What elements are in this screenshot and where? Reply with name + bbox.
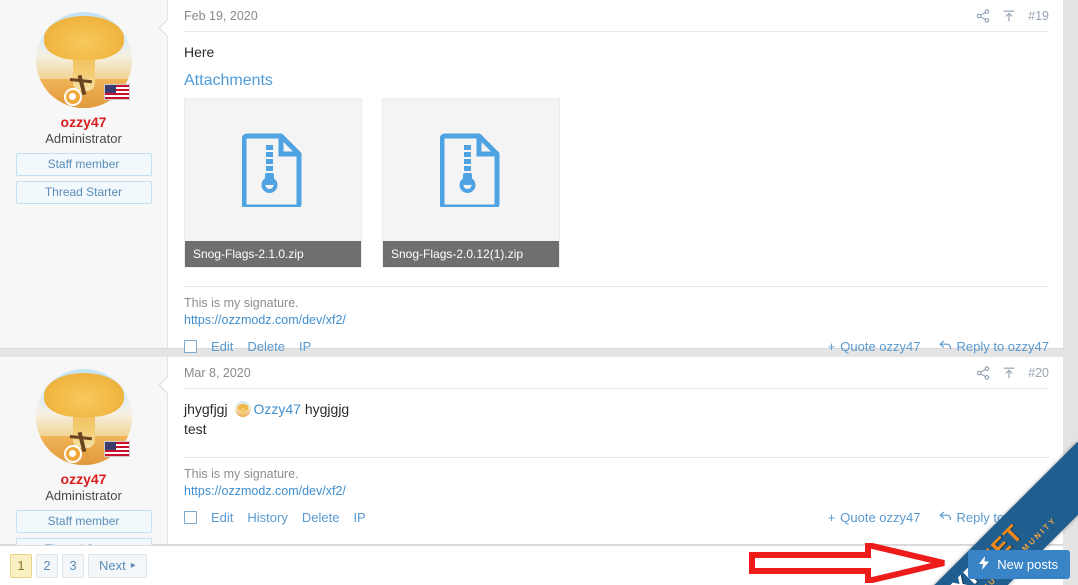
ip-link[interactable]: IP <box>299 339 311 354</box>
post-date[interactable]: Feb 19, 2020 <box>184 9 258 23</box>
post-text-line2: test <box>184 419 1049 439</box>
author-username[interactable]: ozzy47 <box>8 471 159 487</box>
post-body: Here Attachments <box>184 32 1049 272</box>
bookmark-icon[interactable] <box>1002 366 1016 380</box>
attachment-item[interactable]: Snog-Flags-2.1.0.zip <box>184 98 362 268</box>
post-footer: Edit History Delete IP + Quote ozzy47 <box>184 500 1049 537</box>
us-flag-icon <box>104 441 130 457</box>
chevron-right-icon: ▸ <box>131 560 136 571</box>
text-before-mention: jhygfjgj <box>184 401 228 417</box>
page-2-button[interactable]: 2 <box>36 554 58 578</box>
author-username[interactable]: ozzy47 <box>8 114 159 130</box>
mention-avatar-icon <box>235 401 251 417</box>
post-19: ozzy47 Administrator Staff member Thread… <box>0 0 1063 349</box>
attachment-item[interactable]: Snog-Flags-2.0.12(1).zip <box>382 98 560 268</box>
online-status-icon <box>64 88 82 106</box>
post-date[interactable]: Mar 8, 2020 <box>184 366 251 380</box>
plus-icon: + <box>828 339 836 354</box>
quote-button[interactable]: + Quote ozzy47 <box>828 510 921 525</box>
text-after-mention: hygjgjg <box>305 401 349 417</box>
history-link[interactable]: History <box>247 510 287 525</box>
delete-link[interactable]: Delete <box>247 339 285 354</box>
post-header: Mar 8, 2020 <box>184 357 1049 389</box>
signature-link[interactable]: https://ozzmodz.com/dev/xf2/ <box>184 313 346 327</box>
us-flag-icon <box>104 84 130 100</box>
attachment-filename: Snog-Flags-2.1.0.zip <box>185 241 361 267</box>
attachment-filename: Snog-Flags-2.0.12(1).zip <box>383 241 559 267</box>
zip-file-icon <box>185 99 361 241</box>
quote-label: Quote ozzy47 <box>840 510 920 525</box>
badge-staff-member: Staff member <box>16 153 152 176</box>
post-number[interactable]: #20 <box>1028 366 1049 380</box>
attachments-list: Snog-Flags-2.1.0.zip <box>184 98 1049 268</box>
new-posts-button[interactable]: New posts <box>968 550 1070 579</box>
author-title: Administrator <box>8 488 159 503</box>
share-icon[interactable] <box>976 9 990 23</box>
thread-footer: 1 2 3 Next ▸ <box>0 545 1063 585</box>
post-main-20: Mar 8, 2020 <box>168 357 1063 544</box>
reply-arrow-icon <box>939 510 952 525</box>
post-main-19: Feb 19, 2020 <box>168 0 1063 348</box>
edit-link[interactable]: Edit <box>211 339 233 354</box>
new-posts-label: New posts <box>997 557 1058 572</box>
bookmark-icon[interactable] <box>1002 9 1016 23</box>
user-mention-link[interactable]: Ozzy47 <box>253 401 300 417</box>
reply-button[interactable]: Reply to ozzy47 <box>939 339 1050 354</box>
share-icon[interactable] <box>976 366 990 380</box>
quote-label: Quote ozzy47 <box>840 339 920 354</box>
post-select-checkbox[interactable] <box>184 340 197 353</box>
ip-link[interactable]: IP <box>353 510 365 525</box>
post-number[interactable]: #19 <box>1028 9 1049 23</box>
badge-staff-member: Staff member <box>16 510 152 533</box>
next-label: Next <box>99 558 126 573</box>
post-author-sidebar: ozzy47 Administrator Staff member Thread… <box>0 357 168 544</box>
post-author-sidebar: ozzy47 Administrator Staff member Thread… <box>0 0 168 348</box>
signature: This is my signature. https://ozzmodz.co… <box>184 457 1049 500</box>
post-select-checkbox[interactable] <box>184 511 197 524</box>
post-header: Feb 19, 2020 <box>184 0 1049 32</box>
quote-button[interactable]: + Quote ozzy47 <box>828 339 921 354</box>
signature-text: This is my signature. <box>184 295 1049 312</box>
attachments-heading: Attachments <box>184 72 1049 90</box>
reply-label: Reply to ozzy47 <box>957 339 1050 354</box>
edit-link[interactable]: Edit <box>211 510 233 525</box>
signature: This is my signature. https://ozzmodz.co… <box>184 286 1049 329</box>
badge-thread-starter: Thread Starter <box>16 181 152 204</box>
avatar[interactable] <box>36 369 132 465</box>
plus-icon: + <box>828 510 836 525</box>
content-column: ozzy47 Administrator Staff member Thread… <box>0 0 1063 585</box>
author-title: Administrator <box>8 131 159 146</box>
next-page-button[interactable]: Next ▸ <box>88 554 147 578</box>
zip-file-icon <box>383 99 559 241</box>
page-3-button[interactable]: 3 <box>62 554 84 578</box>
avatar[interactable] <box>36 12 132 108</box>
post-text-line1: jhygfjgj Ozzy47 hygjgjg <box>184 399 1049 419</box>
page-1-button[interactable]: 1 <box>10 554 32 578</box>
signature-link[interactable]: https://ozzmodz.com/dev/xf2/ <box>184 484 346 498</box>
online-status-icon <box>64 445 82 463</box>
pagination: 1 2 3 Next ▸ <box>10 554 147 578</box>
lightning-bolt-icon <box>978 556 990 573</box>
post-text: Here <box>184 42 1049 62</box>
delete-link[interactable]: Delete <box>302 510 340 525</box>
reply-arrow-icon <box>939 339 952 354</box>
post-body: jhygfjgj Ozzy47 hygjgjg test <box>184 389 1049 443</box>
signature-text: This is my signature. <box>184 466 1049 483</box>
forum-thread-page: ozzy47 Administrator Staff member Thread… <box>0 0 1078 585</box>
post-20: ozzy47 Administrator Staff member Thread… <box>0 357 1063 545</box>
